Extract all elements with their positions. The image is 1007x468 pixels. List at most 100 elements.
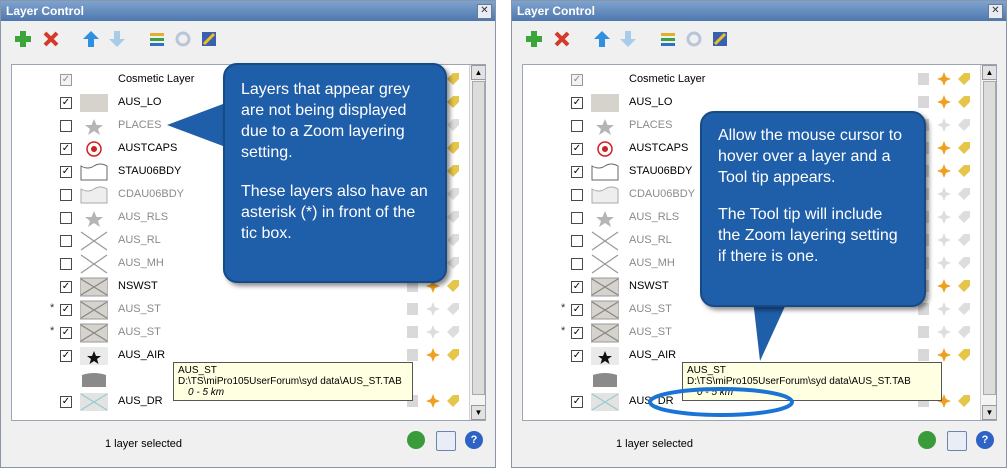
move-up-icon[interactable] (592, 29, 612, 49)
layer-visible-checkbox[interactable]: ✓ (60, 281, 72, 293)
layer-visible-checkbox[interactable] (60, 258, 72, 270)
remove-layer-icon[interactable] (552, 29, 572, 49)
layer-visible-checkbox[interactable] (571, 258, 583, 270)
layer-visible-checkbox[interactable]: ✓ (571, 327, 583, 339)
help-icon[interactable]: ? (465, 431, 483, 449)
layer-visible-checkbox[interactable]: ✓ (571, 74, 583, 86)
add-layer-icon[interactable] (13, 29, 33, 49)
layer-visible-checkbox[interactable]: ✓ (60, 166, 72, 178)
layer-visible-checkbox[interactable] (60, 212, 72, 224)
layer-visible-checkbox[interactable]: ✓ (571, 281, 583, 293)
selectable-icon[interactable] (425, 324, 441, 340)
selectable-icon[interactable] (425, 393, 441, 409)
layer-visible-checkbox[interactable]: ✓ (60, 350, 72, 362)
selectable-icon[interactable] (936, 301, 952, 317)
layer-properties-icon[interactable] (658, 29, 678, 49)
scroll-thumb[interactable] (472, 81, 485, 395)
label-icon[interactable] (956, 209, 972, 225)
options-icon[interactable] (947, 431, 967, 451)
selectable-icon[interactable] (936, 117, 952, 133)
selectable-icon[interactable] (936, 163, 952, 179)
layer-visible-checkbox[interactable] (571, 212, 583, 224)
edit-icon[interactable] (405, 324, 421, 340)
label-icon[interactable] (956, 186, 972, 202)
scroll-down-arrow[interactable]: ▼ (982, 405, 996, 420)
scrollbar[interactable]: ▲ ▼ (980, 65, 996, 420)
layer-visible-checkbox[interactable] (571, 235, 583, 247)
label-icon[interactable] (956, 347, 972, 363)
layer-visible-checkbox[interactable]: ✓ (571, 143, 583, 155)
edit-icon[interactable] (916, 324, 932, 340)
label-icon[interactable] (956, 94, 972, 110)
add-layer-icon[interactable] (524, 29, 544, 49)
remove-layer-icon[interactable] (41, 29, 61, 49)
label-icon[interactable] (956, 255, 972, 271)
label-icon[interactable] (445, 301, 461, 317)
ok-icon[interactable] (918, 431, 936, 449)
selectable-icon[interactable] (936, 347, 952, 363)
label-icon[interactable] (956, 393, 972, 409)
help-icon[interactable]: ? (976, 431, 994, 449)
label-icon[interactable] (956, 71, 972, 87)
layer-visible-checkbox[interactable]: ✓ (60, 327, 72, 339)
edit-icon[interactable] (405, 347, 421, 363)
edit-layer-icon[interactable] (199, 29, 219, 49)
move-down-icon[interactable] (618, 29, 638, 49)
scroll-up-arrow[interactable]: ▲ (471, 65, 485, 80)
label-icon[interactable] (956, 301, 972, 317)
scrollbar[interactable]: ▲ ▼ (469, 65, 485, 420)
layer-visible-checkbox[interactable]: ✓ (571, 166, 583, 178)
layer-visible-checkbox[interactable] (571, 189, 583, 201)
selectable-icon[interactable] (936, 94, 952, 110)
move-up-icon[interactable] (81, 29, 101, 49)
layer-visible-checkbox[interactable] (60, 189, 72, 201)
layer-visible-checkbox[interactable]: ✓ (60, 97, 72, 109)
layer-row[interactable]: * ✓ AUS_ST (12, 322, 482, 345)
close-button[interactable]: ✕ (477, 4, 492, 19)
ok-icon[interactable] (407, 431, 425, 449)
selectable-icon[interactable] (425, 301, 441, 317)
selectable-icon[interactable] (936, 324, 952, 340)
selectable-icon[interactable] (936, 255, 952, 271)
layer-visible-checkbox[interactable] (571, 120, 583, 132)
selectable-icon[interactable] (936, 232, 952, 248)
label-icon[interactable] (956, 163, 972, 179)
refresh-icon[interactable] (173, 29, 193, 49)
layer-visible-checkbox[interactable]: ✓ (571, 350, 583, 362)
layer-visible-checkbox[interactable]: ✓ (60, 304, 72, 316)
label-icon[interactable] (956, 324, 972, 340)
selectable-icon[interactable] (936, 71, 952, 87)
layer-visible-checkbox[interactable]: ✓ (571, 97, 583, 109)
edit-icon[interactable] (916, 71, 932, 87)
scroll-thumb[interactable] (983, 81, 996, 395)
label-icon[interactable] (956, 117, 972, 133)
layer-row[interactable]: * ✓ AUS_ST (12, 299, 482, 322)
layer-visible-checkbox[interactable]: ✓ (60, 396, 72, 408)
label-icon[interactable] (956, 232, 972, 248)
layer-visible-checkbox[interactable]: ✓ (60, 74, 72, 86)
scroll-down-arrow[interactable]: ▼ (471, 405, 485, 420)
edit-icon[interactable] (916, 347, 932, 363)
refresh-icon[interactable] (684, 29, 704, 49)
layer-visible-checkbox[interactable] (60, 235, 72, 247)
layer-visible-checkbox[interactable]: ✓ (571, 396, 583, 408)
edit-layer-icon[interactable] (710, 29, 730, 49)
options-icon[interactable] (436, 431, 456, 451)
selectable-icon[interactable] (936, 209, 952, 225)
edit-icon[interactable] (916, 94, 932, 110)
move-down-icon[interactable] (107, 29, 127, 49)
label-icon[interactable] (445, 324, 461, 340)
selectable-icon[interactable] (936, 140, 952, 156)
edit-icon[interactable] (405, 301, 421, 317)
layer-visible-checkbox[interactable]: ✓ (60, 143, 72, 155)
selectable-icon[interactable] (425, 347, 441, 363)
layer-visible-checkbox[interactable] (60, 120, 72, 132)
label-icon[interactable] (445, 347, 461, 363)
scroll-up-arrow[interactable]: ▲ (982, 65, 996, 80)
layer-visible-checkbox[interactable]: ✓ (571, 304, 583, 316)
label-icon[interactable] (956, 140, 972, 156)
label-icon[interactable] (445, 393, 461, 409)
selectable-icon[interactable] (936, 278, 952, 294)
layer-properties-icon[interactable] (147, 29, 167, 49)
close-button[interactable]: ✕ (988, 4, 1003, 19)
